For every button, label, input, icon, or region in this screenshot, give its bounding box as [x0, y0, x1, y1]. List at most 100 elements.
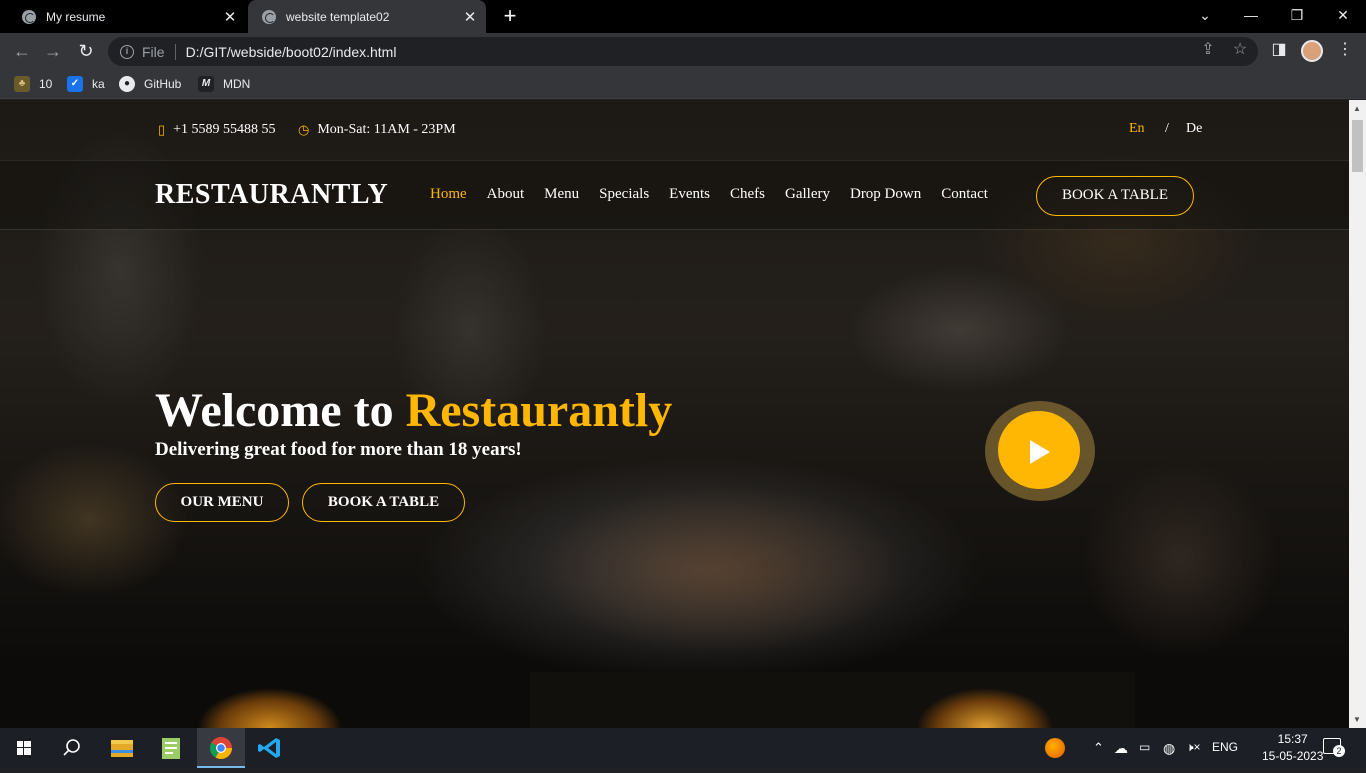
- file-explorer-button[interactable]: [98, 728, 146, 768]
- info-icon[interactable]: i: [120, 44, 134, 59]
- bookmark-mdn[interactable]: M MDN: [198, 76, 250, 92]
- bookmark-label: ka: [92, 77, 105, 91]
- battery-icon[interactable]: ▭: [1139, 740, 1150, 754]
- tab-title: website template02: [286, 9, 390, 24]
- url-text: D:/GIT/webside/boot02/index.html: [185, 43, 397, 60]
- chrome-app-button[interactable]: [197, 728, 245, 768]
- checkbox-icon: ✓: [67, 76, 83, 92]
- cloud-icon[interactable]: ☁: [1114, 740, 1128, 757]
- hero-buttons: OUR MENU BOOK A TABLE: [155, 483, 478, 522]
- phone-info: ▯ +1 5589 55488 55: [158, 122, 276, 138]
- clock-time: 15:37: [1277, 732, 1308, 746]
- notification-center-button[interactable]: 2: [1323, 738, 1345, 757]
- nav-specials[interactable]: Specials: [599, 186, 649, 203]
- play-icon: [1030, 440, 1050, 464]
- close-window-button[interactable]: ✕: [1320, 0, 1366, 30]
- windows-taskbar: ⌃ ☁ ▭ ◍ 🕨× ENG 15:37 15-05-2023 2: [0, 728, 1366, 768]
- food-image-right: [900, 672, 1070, 728]
- nav-chefs[interactable]: Chefs: [730, 186, 765, 203]
- network-globe-icon[interactable]: ◍: [1163, 740, 1175, 757]
- mdn-icon: M: [198, 76, 214, 92]
- tab-website-template[interactable]: website template02 ✕: [248, 0, 486, 33]
- globe-icon: [22, 9, 36, 24]
- page-scrollbar[interactable]: ▲ ▼: [1349, 100, 1366, 728]
- hero-title-prefix: Welcome to: [155, 384, 406, 437]
- about-section-preview: [0, 672, 1349, 728]
- book-table-header-button[interactable]: BOOK A TABLE: [1036, 176, 1194, 216]
- folder-icon: [111, 740, 133, 757]
- divider: [174, 43, 176, 60]
- bookmarks-bar: ♣ 10 ✓ ka ● GitHub M MDN: [0, 70, 1366, 99]
- lang-en-link[interactable]: En: [1129, 121, 1145, 137]
- notepad-app-button[interactable]: [148, 728, 196, 768]
- tab-search-icon[interactable]: ⌄: [1182, 0, 1228, 30]
- notepad-icon: [162, 738, 180, 759]
- restore-button[interactable]: ❐: [1274, 0, 1320, 30]
- nav-drop-down[interactable]: Drop Down: [850, 186, 921, 203]
- bookmark-label: GitHub: [144, 77, 182, 91]
- hero-title: Welcome to Restaurantly: [155, 383, 672, 439]
- start-button[interactable]: [0, 728, 48, 768]
- close-icon[interactable]: ✕: [222, 8, 238, 26]
- scroll-up-arrow-icon[interactable]: ▲: [1353, 104, 1361, 113]
- minimize-button[interactable]: —: [1228, 0, 1274, 30]
- nav-events[interactable]: Events: [669, 186, 710, 203]
- hero-title-brand: Restaurantly: [405, 384, 673, 437]
- bookmark-ka[interactable]: ✓ ka: [67, 76, 105, 92]
- bookmark-label: MDN: [223, 77, 251, 91]
- search-button[interactable]: [48, 728, 96, 768]
- forward-arrow-icon[interactable]: →: [41, 39, 65, 63]
- close-icon[interactable]: ✕: [462, 8, 478, 26]
- bookmark-star-icon[interactable]: ☆: [1229, 39, 1251, 59]
- github-icon: ●: [119, 76, 135, 92]
- url-scheme: File: [142, 43, 165, 60]
- bookmark-10[interactable]: ♣ 10: [14, 76, 52, 92]
- topbar: ▯ +1 5589 55488 55 ◷ Mon-Sat: 11AM - 23P…: [0, 100, 1349, 160]
- tab-strip: My resume ✕ website template02 ✕ + ⌄ — ❐…: [0, 0, 1366, 33]
- browser-toolbar: ← → ↻ i File D:/GIT/webside/boot02/index…: [0, 33, 1366, 70]
- our-menu-button[interactable]: OUR MENU: [155, 483, 289, 522]
- side-panel-icon[interactable]: ◨: [1268, 39, 1290, 59]
- tab-my-resume[interactable]: My resume ✕: [8, 0, 246, 33]
- chevron-up-icon[interactable]: ⌃: [1093, 740, 1104, 756]
- windows-icon: [17, 741, 31, 755]
- vscode-app-button[interactable]: [246, 728, 294, 768]
- profile-avatar[interactable]: [1301, 40, 1323, 62]
- bookmark-label: 10: [39, 77, 53, 91]
- scroll-down-arrow-icon[interactable]: ▼: [1353, 715, 1361, 724]
- menu-kebab-icon[interactable]: ⋮: [1337, 40, 1353, 60]
- bookmark-github[interactable]: ● GitHub: [119, 76, 181, 92]
- phone-icon: ▯: [158, 122, 166, 137]
- firefox-tray-icon[interactable]: [1045, 738, 1065, 761]
- hero-content: Welcome to Restaurantly Delivering great…: [155, 383, 672, 461]
- nav-home[interactable]: Home: [430, 186, 467, 203]
- search-icon: [63, 739, 80, 756]
- site-header: RESTAURANTLY Home About Menu Specials Ev…: [0, 160, 1349, 230]
- notification-badge: 2: [1333, 745, 1345, 757]
- main-nav: Home About Menu Specials Events Chefs Ga…: [430, 186, 1008, 203]
- lang-separator: /: [1165, 121, 1169, 136]
- page-viewport: ▯ +1 5589 55488 55 ◷ Mon-Sat: 11AM - 23P…: [0, 100, 1349, 728]
- back-arrow-icon[interactable]: ←: [10, 39, 34, 63]
- new-tab-button[interactable]: +: [500, 5, 520, 27]
- hero-subtitle: Delivering great food for more than 18 y…: [155, 439, 522, 460]
- reload-icon[interactable]: ↻: [74, 39, 98, 63]
- play-video-button[interactable]: [985, 401, 1095, 501]
- lang-de-link[interactable]: De: [1186, 121, 1202, 137]
- share-icon[interactable]: ⇪: [1197, 39, 1219, 59]
- scrollbar-thumb[interactable]: [1352, 120, 1363, 172]
- nav-gallery[interactable]: Gallery: [785, 186, 830, 203]
- book-table-hero-button[interactable]: BOOK A TABLE: [302, 483, 465, 522]
- chrome-icon: [210, 737, 232, 759]
- nav-contact[interactable]: Contact: [941, 186, 988, 203]
- language-indicator[interactable]: ENG: [1212, 740, 1238, 754]
- nav-about[interactable]: About: [487, 186, 525, 203]
- address-bar[interactable]: i File D:/GIT/webside/boot02/index.html: [108, 37, 1258, 66]
- tree-icon: ♣: [14, 76, 30, 92]
- volume-muted-icon[interactable]: 🕨×: [1186, 740, 1201, 755]
- system-clock[interactable]: 15:37 15-05-2023: [1262, 731, 1323, 765]
- hours-info: ◷ Mon-Sat: 11AM - 23PM: [298, 122, 456, 138]
- site-logo[interactable]: RESTAURANTLY: [155, 179, 388, 211]
- food-image-left: [180, 672, 360, 728]
- nav-menu[interactable]: Menu: [544, 186, 579, 203]
